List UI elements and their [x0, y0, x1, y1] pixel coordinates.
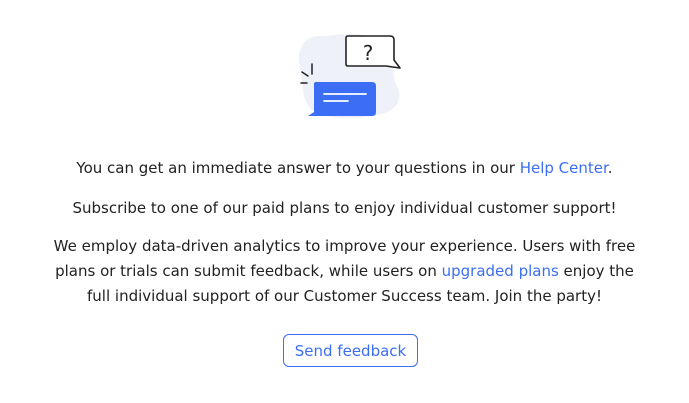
- subscribe-paragraph: Subscribe to one of our paid plans to en…: [72, 199, 617, 217]
- help-center-link[interactable]: Help Center: [520, 159, 608, 177]
- send-feedback-button[interactable]: Send feedback: [283, 334, 418, 367]
- chat-bubbles-illustration: ?: [290, 28, 410, 123]
- svg-text:?: ?: [363, 41, 374, 65]
- upgraded-plans-link[interactable]: upgraded plans: [442, 262, 559, 280]
- help-suffix-text: .: [607, 159, 613, 177]
- chat-bubbles-question-icon: ?: [298, 34, 401, 119]
- help-center-paragraph: You can get an immediate answer to your …: [0, 156, 689, 181]
- help-prefix-text: You can get an immediate answer to your …: [76, 159, 520, 177]
- analytics-paragraph: We employ data-driven analytics to impro…: [0, 234, 689, 309]
